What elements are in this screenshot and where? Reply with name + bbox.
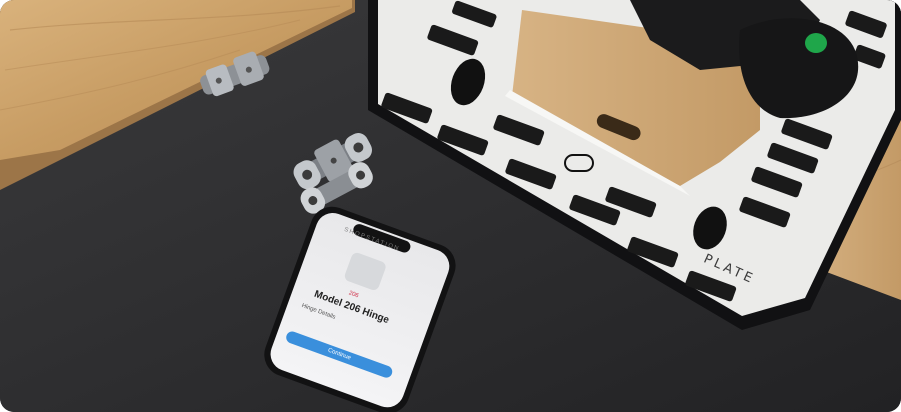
product-photo: PLATE SHOPSTATION 206 Model 206 Hinge Hi… [0,0,901,412]
jig-button-green [805,33,827,53]
scene-illustration [0,0,901,412]
product-badge: 206 [347,290,360,300]
product-image [343,251,388,292]
